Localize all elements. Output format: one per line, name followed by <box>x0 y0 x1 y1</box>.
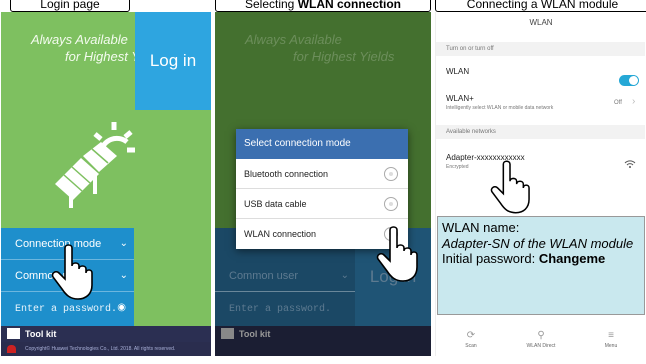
nav-scan[interactable]: ⟳ Scan <box>436 330 506 349</box>
solar-panel-logo-icon <box>55 122 135 208</box>
nav-scan-label: Scan <box>465 343 477 349</box>
toolkit-icon-dimmed <box>221 328 234 339</box>
radio-usb[interactable] <box>384 197 398 211</box>
wifi-lock-icon <box>624 160 636 168</box>
tap-hand-icon <box>51 244 93 300</box>
wlan-plus-state: Off <box>614 100 622 106</box>
password-placeholder: Enter a password. <box>15 304 118 315</box>
login-button[interactable]: Log in <box>135 12 211 110</box>
wlan-toggle-switch[interactable] <box>619 75 639 86</box>
wlan-plus-description: Intelligently select WLAN or mobile data… <box>446 105 554 111</box>
wlan-info-callout: WLAN name: Adapter-SN of the WLAN module… <box>437 216 645 315</box>
wlan-label: WLAN <box>446 67 470 76</box>
wlan-plus-row[interactable]: WLAN+ Intelligently select WLAN or mobil… <box>446 94 641 111</box>
eye-icon[interactable]: ◉ <box>117 292 126 324</box>
section-turn-on-off: Turn on or turn off <box>436 42 645 56</box>
wlan-plus-label: WLAN+ <box>446 94 474 103</box>
nav-menu-label: Menu <box>604 343 618 349</box>
nav-wlan-direct[interactable]: ⚲ WLAN Direct <box>506 330 576 349</box>
toolkit-bar-dimmed: Tool kit <box>215 326 431 342</box>
toolkit-label: Tool kit <box>25 329 57 339</box>
caption-connecting-wlan: Connecting a WLAN module <box>435 0 646 12</box>
caption-selecting-bold: WLAN connection <box>297 0 402 11</box>
copyright-text: Copyright© Huawei Technologies Co., Ltd.… <box>25 346 176 352</box>
refresh-icon: ⟳ <box>466 330 476 341</box>
footer-dimmed <box>215 342 431 356</box>
huawei-logo-icon <box>7 345 16 353</box>
wlan-toggle-row[interactable]: WLAN <box>446 67 469 76</box>
option-usb-label: USB data cable <box>244 199 307 209</box>
login-screen: Always Available for Highest Yields Conn… <box>1 12 211 356</box>
menu-icon: ≡ <box>608 330 614 341</box>
info-password: Initial password: Changeme <box>442 251 640 267</box>
chevron-down-icon: ⌄ <box>119 270 128 281</box>
chevron-down-icon: ⌄ <box>340 270 349 281</box>
info-wlan-name-value: Adapter-SN of the WLAN module <box>442 235 634 251</box>
info-wlan-name-label: WLAN name: <box>442 220 520 235</box>
option-wlan-label: WLAN connection <box>244 229 317 239</box>
slogan-line1: Always Available <box>31 32 128 47</box>
user-type-dimmed: Common user ⌄ <box>215 260 355 292</box>
password-dimmed-placeholder: Enter a password. <box>229 304 332 315</box>
copyright-footer: Copyright© Huawei Technologies Co., Ltd.… <box>1 342 211 356</box>
toolkit-icon <box>7 328 20 339</box>
nav-menu[interactable]: ≡ Menu <box>576 330 645 349</box>
chevron-right-icon: › <box>632 96 636 107</box>
wlan-direct-icon: ⚲ <box>537 330 545 341</box>
toolkit-label-dimmed: Tool kit <box>239 329 271 339</box>
option-bluetooth-label: Bluetooth connection <box>244 169 329 179</box>
nav-wlan-direct-label: WLAN Direct <box>526 343 556 349</box>
password-dimmed: Enter a password. <box>215 292 355 324</box>
tap-hand-icon <box>376 226 418 282</box>
info-password-label: Initial password: <box>442 251 539 266</box>
radio-bluetooth[interactable] <box>384 167 398 181</box>
toolkit-bar[interactable]: Tool kit <box>1 326 211 342</box>
user-type-dimmed-label: Common user <box>229 270 299 282</box>
slogan-line1-dimmed: Always Available <box>245 32 342 47</box>
wlan-page-title: WLAN <box>529 18 553 27</box>
section-available-networks: Available networks <box>436 125 645 139</box>
info-password-value: Changeme <box>538 251 606 266</box>
chevron-down-icon: ⌄ <box>119 238 128 249</box>
tap-hand-icon <box>490 160 530 214</box>
caption-selecting-text: Selecting <box>244 0 298 11</box>
caption-login-page: Login page <box>10 0 130 12</box>
dialog-title: Select connection mode <box>236 129 408 159</box>
caption-selecting-wlan: Selecting WLAN connection <box>215 0 431 12</box>
option-bluetooth[interactable]: Bluetooth connection <box>236 159 408 189</box>
slogan-line2-dimmed: for Highest Yields <box>293 49 395 64</box>
option-usb[interactable]: USB data cable <box>236 189 408 219</box>
